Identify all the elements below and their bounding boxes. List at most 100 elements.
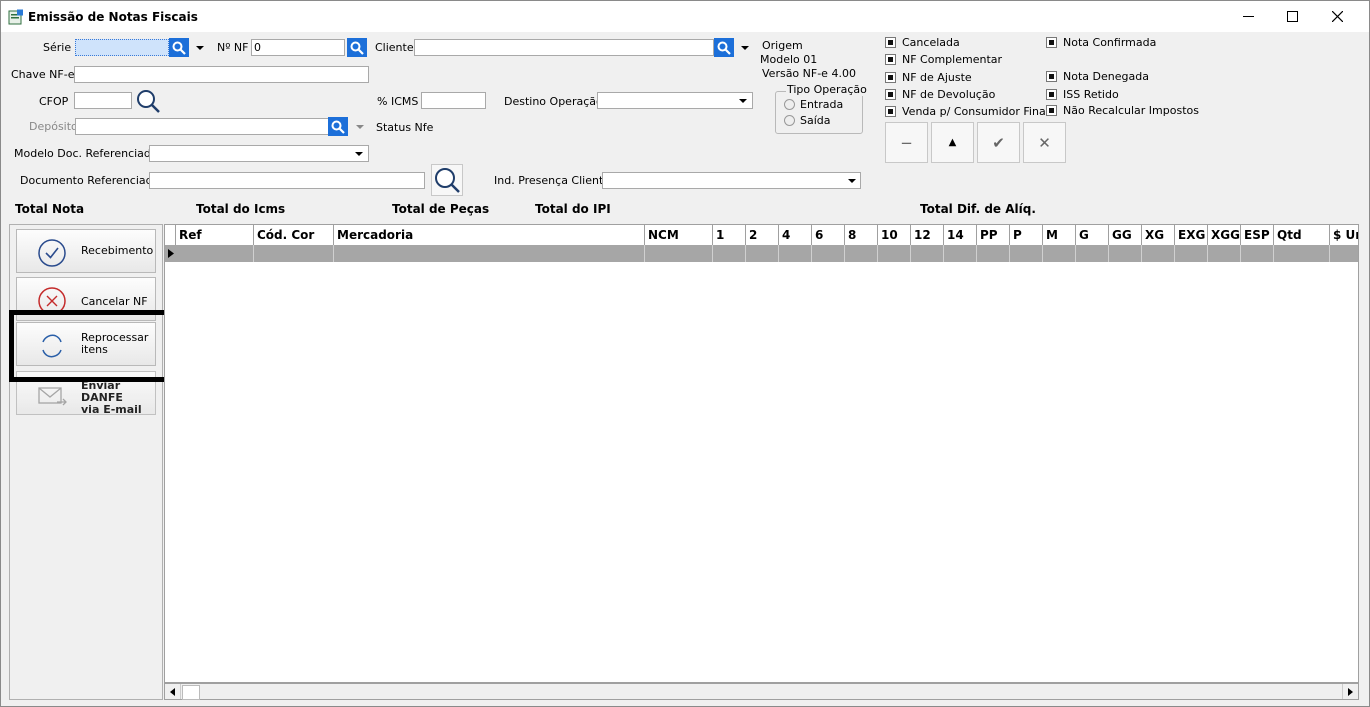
column-header[interactable]: EXG — [1175, 225, 1208, 245]
grid-cell[interactable] — [878, 245, 911, 262]
grid-cell[interactable] — [911, 245, 944, 262]
documento-ref-input[interactable] — [149, 172, 425, 189]
destino-select[interactable] — [597, 92, 753, 109]
column-header[interactable]: M — [1043, 225, 1076, 245]
cliente-dropdown-arrow[interactable] — [737, 39, 753, 56]
nf-search-button[interactable] — [347, 38, 367, 57]
check-circle-icon — [38, 239, 66, 267]
grid-cell[interactable] — [1043, 245, 1076, 262]
serie-input[interactable] — [75, 39, 169, 56]
up-button[interactable]: ▲ — [931, 122, 974, 163]
deposito-input[interactable] — [75, 118, 329, 135]
deposito-dropdown-arrow[interactable] — [352, 118, 368, 135]
grid-cell[interactable] — [779, 245, 812, 262]
cancelada-checkbox[interactable]: Cancelada — [885, 36, 960, 49]
column-header[interactable]: 14 — [944, 225, 977, 245]
grid-cell[interactable] — [254, 245, 334, 262]
items-grid[interactable]: Ref Cód. Cor Mercadoria NCM 1 2 4 6 8 10 12 14 PP P M G… — [164, 224, 1359, 683]
cliente-input[interactable] — [414, 39, 714, 56]
recebimento-button[interactable]: Recebimento — [16, 229, 156, 273]
grid-cell[interactable] — [1076, 245, 1109, 262]
column-header[interactable]: ESP — [1241, 225, 1274, 245]
ind-presenca-dropdown-arrow[interactable] — [844, 172, 860, 189]
grid-cell[interactable] — [713, 245, 746, 262]
grid-cell[interactable] — [1241, 245, 1274, 262]
nao-recalcular-checkbox[interactable]: Não Recalcular Impostos — [1046, 104, 1199, 117]
scroll-left-button[interactable] — [165, 684, 181, 699]
grid-cell[interactable] — [1330, 245, 1358, 262]
cancel-edit-button[interactable]: ✕ — [1023, 122, 1066, 163]
grid-cell[interactable] — [812, 245, 845, 262]
column-header[interactable]: 4 — [779, 225, 812, 245]
cfop-input[interactable] — [74, 92, 132, 109]
grid-cell[interactable] — [1274, 245, 1330, 262]
serie-dropdown-arrow[interactable] — [192, 39, 208, 56]
column-header[interactable]: G — [1076, 225, 1109, 245]
grid-cell[interactable] — [845, 245, 878, 262]
ind-presenca-select[interactable] — [602, 172, 861, 189]
grid-cell[interactable] — [1010, 245, 1043, 262]
cliente-search-button[interactable] — [714, 38, 734, 57]
column-header[interactable]: 8 — [845, 225, 878, 245]
close-button[interactable] — [1314, 1, 1360, 32]
column-header[interactable]: $ Un — [1330, 225, 1358, 245]
status-nfe-label: Status Nfe — [376, 121, 434, 134]
nf-devolucao-checkbox[interactable]: NF de Devolução — [885, 88, 995, 101]
destino-dropdown-arrow[interactable] — [735, 92, 751, 109]
scroll-right-button[interactable] — [1342, 684, 1358, 699]
remove-record-button[interactable]: − — [885, 122, 928, 163]
grid-cell[interactable] — [176, 245, 254, 262]
column-header[interactable]: Cód. Cor — [254, 225, 334, 245]
venda-consumidor-checkbox[interactable]: Venda p/ Consumidor Final — [885, 105, 1049, 118]
chave-input[interactable] — [74, 66, 369, 83]
nota-confirmada-checkbox[interactable]: Nota Confirmada — [1046, 36, 1156, 49]
grid-cell[interactable] — [1175, 245, 1208, 262]
column-header[interactable]: 1 — [713, 225, 746, 245]
grid-cell[interactable] — [1208, 245, 1241, 262]
column-header[interactable]: PP — [977, 225, 1010, 245]
horizontal-scrollbar[interactable] — [164, 683, 1359, 700]
grid-cell[interactable] — [645, 245, 713, 262]
nf-complementar-checkbox[interactable]: NF Complementar — [885, 53, 1002, 66]
column-header[interactable]: Ref — [176, 225, 254, 245]
column-header[interactable]: 6 — [812, 225, 845, 245]
grid-cell[interactable] — [977, 245, 1010, 262]
grid-cell[interactable] — [1109, 245, 1142, 262]
table-row[interactable] — [165, 245, 1358, 262]
nota-denegada-checkbox[interactable]: Nota Denegada — [1046, 70, 1149, 83]
column-header[interactable]: XGG — [1208, 225, 1241, 245]
grid-cell[interactable] — [334, 245, 645, 262]
serie-search-button[interactable] — [169, 38, 189, 57]
grid-cell[interactable] — [746, 245, 779, 262]
column-header[interactable]: XG — [1142, 225, 1175, 245]
grid-cell[interactable] — [1142, 245, 1175, 262]
main-window: Emissão de Notas Fiscais Série Nº NF 0 C… — [0, 0, 1370, 707]
modelo-doc-select[interactable] — [149, 145, 369, 162]
deposito-search-button[interactable] — [328, 117, 348, 136]
grid-cell[interactable] — [944, 245, 977, 262]
documento-search-button[interactable] — [431, 164, 463, 196]
modelo-doc-label: Modelo Doc. Referenciado — [14, 147, 158, 160]
nf-number-input[interactable]: 0 — [251, 39, 345, 56]
confirm-button[interactable]: ✔ — [977, 122, 1020, 163]
cfop-search-icon[interactable] — [135, 88, 161, 114]
check-icon: ✔ — [992, 133, 1005, 152]
column-header[interactable]: NCM — [645, 225, 713, 245]
iss-retido-checkbox[interactable]: ISS Retido — [1046, 88, 1119, 101]
nf-complementar-label: NF Complementar — [902, 53, 1003, 66]
icms-input[interactable] — [421, 92, 486, 109]
column-header[interactable]: 2 — [746, 225, 779, 245]
nf-ajuste-checkbox[interactable]: NF de Ajuste — [885, 71, 972, 84]
column-header[interactable]: P — [1010, 225, 1043, 245]
column-header[interactable]: GG — [1109, 225, 1142, 245]
modelo-doc-dropdown-arrow[interactable] — [351, 145, 367, 162]
column-header[interactable]: 12 — [911, 225, 944, 245]
entrada-radio[interactable]: Entrada — [784, 98, 843, 111]
minimize-button[interactable] — [1225, 1, 1271, 32]
column-header[interactable]: 10 — [878, 225, 911, 245]
column-header[interactable]: Mercadoria — [334, 225, 645, 245]
scroll-thumb[interactable] — [182, 685, 200, 700]
maximize-button[interactable] — [1269, 1, 1315, 32]
saida-radio[interactable]: Saída — [784, 114, 831, 127]
column-header[interactable]: Qtd — [1274, 225, 1330, 245]
